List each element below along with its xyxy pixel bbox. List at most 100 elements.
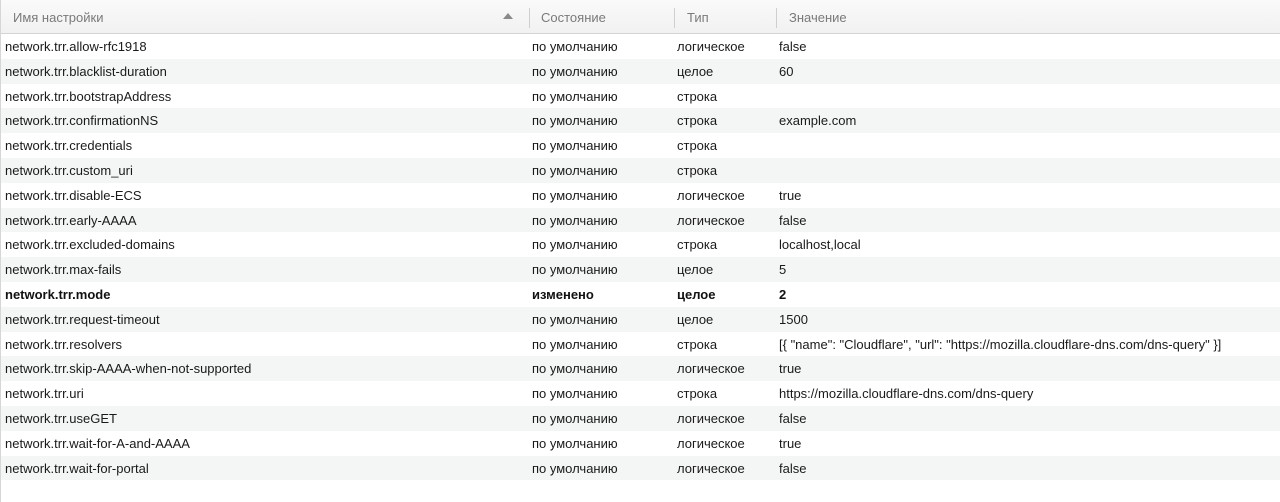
pref-value-cell: false xyxy=(779,212,807,228)
pref-state-cell: изменено xyxy=(532,286,594,302)
pref-value-cell: true xyxy=(779,435,802,451)
pref-state-cell: по умолчанию xyxy=(532,460,618,476)
table-row[interactable]: network.trr.skip-AAAA-when-not-supported… xyxy=(1,356,1280,382)
column-header-state[interactable]: Состояние xyxy=(541,0,671,33)
pref-value-cell: false xyxy=(779,39,807,54)
pref-state-cell: по умолчанию xyxy=(532,212,618,228)
table-row[interactable]: network.trr.resolvers по умолчанию строка [… xyxy=(1,332,1280,357)
pref-type-cell: целое xyxy=(677,311,714,327)
pref-state-cell: по умолчанию xyxy=(532,113,618,129)
table-body: network.trr.allow-rfc1918 по умолчанию лог… xyxy=(1,34,1280,481)
pref-name-cell: network.trr.early-AAAA xyxy=(5,212,137,228)
sort-ascending-icon[interactable] xyxy=(503,13,513,19)
pref-type-cell: строка xyxy=(677,138,718,154)
pref-state-cell: по умолчанию xyxy=(532,435,618,451)
pref-type-cell: целое xyxy=(677,63,714,79)
pref-name-cell: network.trr.excluded-domains xyxy=(5,237,175,253)
pref-name-cell: network.trr.disable-ECS xyxy=(5,187,142,203)
table-row[interactable]: network.trr.blacklist-duration по умолчан… xyxy=(1,58,1280,84)
table-row[interactable]: network.trr.bootstrapAddress по умолчанию… xyxy=(1,84,1280,109)
pref-type-cell: строка xyxy=(677,336,718,352)
table-row[interactable]: network.trr.wait-for-portal по умолчанию л… xyxy=(1,455,1280,481)
table-header: Имя настройки Состояние Тип Значение xyxy=(1,0,1280,34)
table-row[interactable]: network.trr.confirmationNS по умолчанию ст… xyxy=(1,108,1280,134)
table-row[interactable]: network.trr.early-AAAA по умолчанию логиче… xyxy=(1,207,1280,233)
preferences-table: Имя настройки Состояние Тип Значение net… xyxy=(0,0,1280,502)
table-row[interactable]: network.trr.excluded-domains по умолчанию… xyxy=(1,232,1280,257)
pref-name-cell: network.trr.wait-for-A-and-AAAA xyxy=(5,435,190,451)
pref-name-cell: network.trr.skip-AAAA-when-not-supported xyxy=(5,361,252,377)
pref-name-cell: network.trr.custom_uri xyxy=(5,162,133,178)
table-row[interactable]: network.trr.uri по умолчанию строка https:/… xyxy=(1,381,1280,406)
pref-type-cell: логическое xyxy=(677,361,745,377)
pref-type-cell: строка xyxy=(677,113,718,129)
pref-value-cell xyxy=(779,133,1279,158)
pref-value-cell: 1500 xyxy=(779,311,808,327)
pref-state-cell: по умолчанию xyxy=(532,361,618,377)
pref-name-cell: network.trr.blacklist-duration xyxy=(5,63,167,79)
pref-value-cell: 2 xyxy=(779,286,787,302)
table-row[interactable]: network.trr.credentials по умолчанию строк… xyxy=(1,133,1280,158)
pref-name-cell: network.trr.allow-rfc1918 xyxy=(5,39,147,54)
table-row[interactable]: network.trr.custom_uri по умолчанию строка xyxy=(1,157,1280,183)
pref-name-cell: network.trr.credentials xyxy=(5,138,133,154)
pref-type-cell: логическое xyxy=(677,410,745,426)
pref-state-cell: по умолчанию xyxy=(532,386,618,402)
column-resize-handle[interactable] xyxy=(776,8,777,28)
pref-type-cell: логическое xyxy=(677,212,745,228)
table-row[interactable]: network.trr.allow-rfc1918 по умолчанию лог… xyxy=(1,34,1280,59)
table-row[interactable]: network.trr.wait-for-A-and-AAAA по умолча… xyxy=(1,431,1280,456)
pref-state-cell: по умолчанию xyxy=(532,336,618,352)
table-row[interactable]: network.trr.request-timeout по умолчанию ц… xyxy=(1,306,1280,332)
column-resize-handle[interactable] xyxy=(674,8,675,28)
pref-type-cell: строка xyxy=(677,162,718,178)
pref-value-cell: false xyxy=(779,460,807,476)
table-row[interactable]: network.trr.disable-ECS по умолчанию логич… xyxy=(1,183,1280,208)
column-header-name[interactable]: Имя настройки xyxy=(13,0,513,33)
pref-name-cell: network.trr.confirmationNS xyxy=(5,113,159,129)
pref-state-cell: по умолчанию xyxy=(532,311,618,327)
pref-type-cell: логическое xyxy=(677,39,745,54)
pref-type-cell: строка xyxy=(677,88,718,104)
pref-type-cell: целое xyxy=(677,286,716,302)
pref-type-cell: логическое xyxy=(677,187,745,203)
pref-value-cell: true xyxy=(779,187,802,203)
pref-value-cell: 60 xyxy=(779,63,794,79)
table-row[interactable]: network.trr.mode изменено целое 2 xyxy=(1,282,1280,307)
pref-name-cell: network.trr.bootstrapAddress xyxy=(5,88,172,104)
pref-value-cell: https://mozilla.cloudflare-dns.com/dns-q… xyxy=(779,386,1034,402)
column-header-value[interactable]: Значение xyxy=(789,0,1189,33)
pref-name-cell: network.trr.mode xyxy=(5,286,111,302)
pref-value-cell: localhost,local xyxy=(779,237,861,253)
pref-state-cell: по умолчанию xyxy=(532,262,618,278)
pref-state-cell: по умолчанию xyxy=(532,138,618,154)
pref-value-cell: [{ "name": "Cloudflare", "url": "https:/… xyxy=(779,336,1222,352)
pref-name-cell: network.trr.useGET xyxy=(5,410,117,426)
pref-type-cell: строка xyxy=(677,386,718,402)
pref-value-cell xyxy=(779,158,1279,183)
pref-state-cell: по умолчанию xyxy=(532,39,618,54)
pref-value-cell: example.com xyxy=(779,113,857,129)
column-resize-handle[interactable] xyxy=(529,8,530,28)
pref-type-cell: строка xyxy=(677,237,718,253)
pref-state-cell: по умолчанию xyxy=(532,162,618,178)
table-row[interactable]: network.trr.max-fails по умолчанию целое 5 xyxy=(1,257,1280,282)
pref-value-cell: true xyxy=(779,361,802,377)
column-header-type[interactable]: Тип xyxy=(687,0,772,33)
pref-type-cell: целое xyxy=(677,262,714,278)
pref-name-cell: network.trr.wait-for-portal xyxy=(5,460,149,476)
pref-name-cell: network.trr.request-timeout xyxy=(5,311,160,327)
pref-state-cell: по умолчанию xyxy=(532,63,618,79)
pref-state-cell: по умолчанию xyxy=(532,237,618,253)
pref-state-cell: по умолчанию xyxy=(532,88,618,104)
pref-type-cell: логическое xyxy=(677,435,745,451)
pref-state-cell: по умолчанию xyxy=(532,410,618,426)
pref-name-cell: network.trr.resolvers xyxy=(5,336,123,352)
pref-name-cell: network.trr.max-fails xyxy=(5,262,122,278)
pref-name-cell: network.trr.uri xyxy=(5,386,84,402)
pref-value-cell: false xyxy=(779,410,807,426)
table-row[interactable]: network.trr.useGET по умолчанию логическое… xyxy=(1,405,1280,431)
pref-state-cell: по умолчанию xyxy=(532,187,618,203)
pref-value-cell xyxy=(779,84,1279,109)
pref-value-cell: 5 xyxy=(779,262,787,278)
